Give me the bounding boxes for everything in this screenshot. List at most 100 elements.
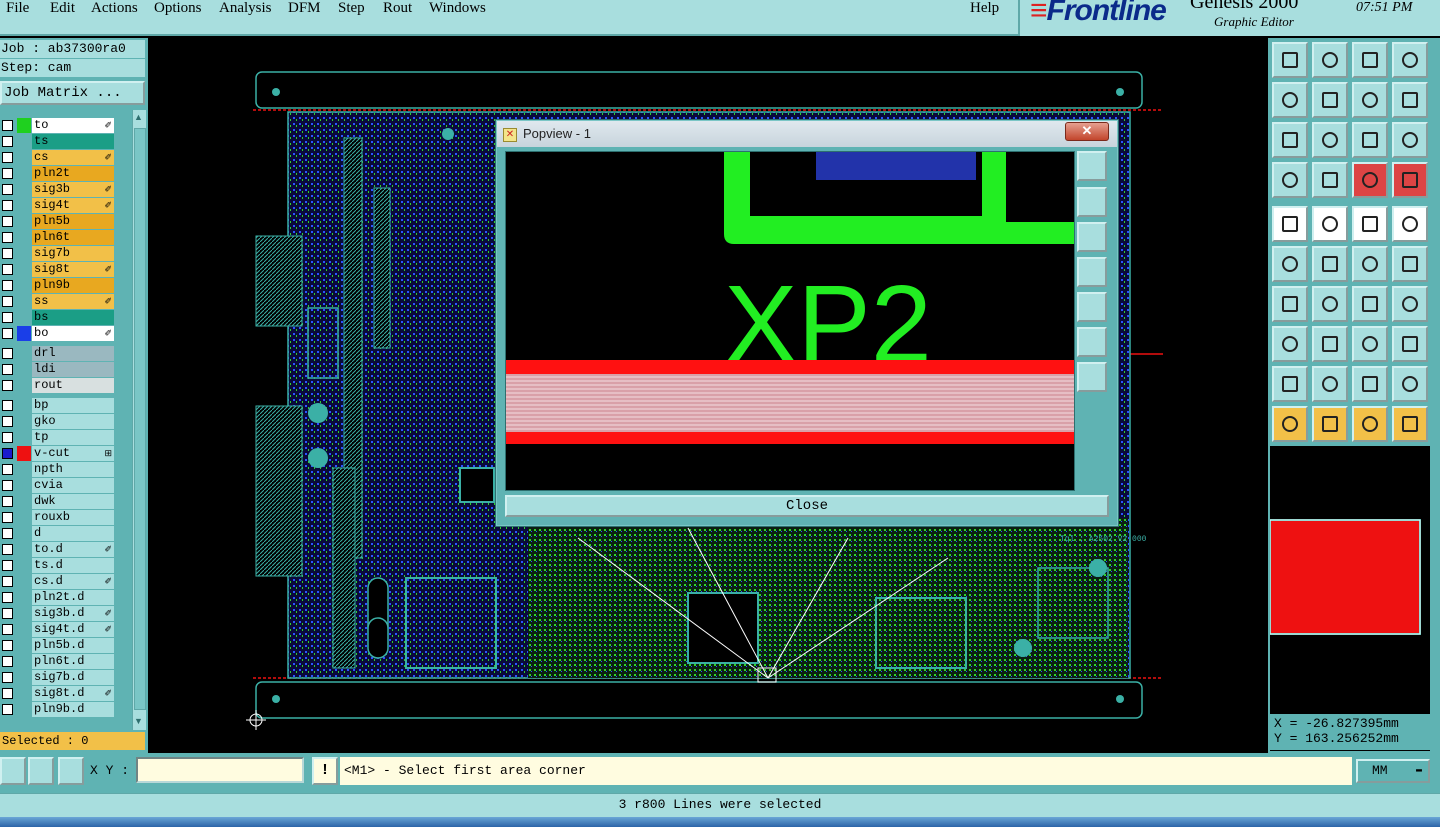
move-icon[interactable] bbox=[1352, 246, 1388, 282]
layer-checkbox[interactable] bbox=[2, 480, 13, 491]
layer-row-sig7b[interactable]: sig7b bbox=[0, 246, 116, 261]
layer-name[interactable]: pln9b bbox=[32, 278, 114, 293]
layer-name[interactable]: rouxb bbox=[32, 510, 114, 525]
layer-name[interactable]: sig4t.d bbox=[32, 622, 114, 637]
layer-name[interactable]: to bbox=[32, 118, 114, 133]
layer-checkbox[interactable] bbox=[2, 136, 13, 147]
layer-row-pln6t[interactable]: pln6t bbox=[0, 230, 116, 245]
pan-right-icon[interactable] bbox=[1077, 292, 1107, 322]
layer-checkbox[interactable] bbox=[2, 200, 13, 211]
feature-select-icon[interactable] bbox=[1272, 206, 1308, 242]
layer-name[interactable]: pln5b bbox=[32, 214, 114, 229]
layer-name[interactable]: d bbox=[32, 526, 114, 541]
layer-name[interactable]: pln2t.d bbox=[32, 590, 114, 605]
layer-color-swatch[interactable] bbox=[17, 446, 31, 461]
pan-right-icon[interactable] bbox=[1312, 82, 1348, 118]
popview-viewport[interactable]: XP2 bbox=[505, 151, 1075, 491]
layer-row-cs[interactable]: cs ✐ bbox=[0, 150, 116, 165]
layer-row-sig3b-d[interactable]: sig3b.d ✐ bbox=[0, 606, 116, 621]
zoom-out-icon[interactable] bbox=[1077, 362, 1107, 392]
layer-color-swatch[interactable] bbox=[17, 326, 31, 341]
layer-row-sig4t[interactable]: sig4t ✐ bbox=[0, 198, 116, 213]
layer-row-pln9b[interactable]: pln9b bbox=[0, 278, 116, 293]
layer-name[interactable]: bs bbox=[32, 310, 114, 325]
layer-row-v-cut[interactable]: v-cut ⊞ bbox=[0, 446, 116, 461]
line-icon[interactable] bbox=[1272, 286, 1308, 322]
layer-name[interactable]: bp bbox=[32, 398, 114, 413]
close-icon[interactable]: ✕ bbox=[1065, 122, 1109, 141]
layer-name[interactable]: drl bbox=[32, 346, 114, 361]
layer-checkbox[interactable] bbox=[2, 416, 13, 427]
layer-row-ldi[interactable]: ldi bbox=[0, 362, 116, 377]
layer-row-pln2t-d[interactable]: pln2t.d bbox=[0, 590, 116, 605]
pad-add-icon[interactable] bbox=[1272, 326, 1308, 362]
layer-name[interactable]: cs.d bbox=[32, 574, 114, 589]
layer-name[interactable]: pln6t bbox=[32, 230, 114, 245]
home-icon[interactable] bbox=[1352, 42, 1388, 78]
layer-name[interactable]: gko bbox=[32, 414, 114, 429]
layer-checkbox[interactable] bbox=[2, 656, 13, 667]
layer-checkbox[interactable] bbox=[2, 152, 13, 163]
zoom-out-icon[interactable] bbox=[1312, 122, 1348, 158]
xy-input[interactable] bbox=[136, 757, 304, 783]
menu-file[interactable]: File bbox=[6, 0, 29, 16]
zoom-fit-icon[interactable] bbox=[1272, 42, 1308, 78]
layer-name[interactable]: sig8t bbox=[32, 262, 114, 277]
layer-checkbox[interactable] bbox=[2, 216, 13, 227]
layer-checkbox[interactable] bbox=[2, 380, 13, 391]
grid-icon[interactable] bbox=[58, 757, 84, 785]
mirror-icon[interactable] bbox=[1392, 286, 1428, 322]
arc-icon[interactable] bbox=[1352, 286, 1388, 322]
layer-row-pln5b-d[interactable]: pln5b.d bbox=[0, 638, 116, 653]
layer-row-cvia[interactable]: cvia bbox=[0, 478, 116, 493]
zoom-in-icon[interactable] bbox=[1272, 122, 1308, 158]
layer-color-swatch[interactable] bbox=[17, 118, 31, 133]
layer-checkbox[interactable] bbox=[2, 168, 13, 179]
layer-checkbox[interactable] bbox=[2, 640, 13, 651]
angle-icon[interactable] bbox=[1272, 366, 1308, 402]
layer-row-sig8t[interactable]: sig8t ✐ bbox=[0, 262, 116, 277]
layer-row-sig3b[interactable]: sig3b ✐ bbox=[0, 182, 116, 197]
layer-checkbox[interactable] bbox=[2, 364, 13, 375]
layer-name[interactable]: ts bbox=[32, 134, 114, 149]
menu-step[interactable]: Step bbox=[338, 0, 365, 16]
layer-name[interactable]: npth bbox=[32, 462, 114, 477]
pad-icon[interactable] bbox=[1392, 206, 1428, 242]
layer-checkbox[interactable] bbox=[2, 464, 13, 475]
window-icon[interactable] bbox=[1392, 42, 1428, 78]
pointer-area-icon[interactable] bbox=[1312, 406, 1348, 442]
layer-row-rouxb[interactable]: rouxb bbox=[0, 510, 116, 525]
layer-name[interactable]: ldi bbox=[32, 362, 114, 377]
layer-name[interactable]: pln5b.d bbox=[32, 638, 114, 653]
layer-row-gko[interactable]: gko bbox=[0, 414, 116, 429]
ruler-icon[interactable] bbox=[1352, 206, 1388, 242]
layer-row-ts[interactable]: ts bbox=[0, 134, 116, 149]
layer-name[interactable]: cs bbox=[32, 150, 114, 165]
layer-row-pln9b-d[interactable]: pln9b.d bbox=[0, 702, 116, 717]
layer-name[interactable]: pln6t.d bbox=[32, 654, 114, 669]
layer-checkbox[interactable] bbox=[2, 496, 13, 507]
layer-checkbox[interactable] bbox=[2, 280, 13, 291]
zoom-home-icon[interactable] bbox=[1077, 151, 1107, 181]
layer-checkbox[interactable] bbox=[2, 184, 13, 195]
copy-icon[interactable] bbox=[1392, 246, 1428, 282]
layer-name[interactable]: sig7b.d bbox=[32, 670, 114, 685]
layer-checkbox[interactable] bbox=[2, 608, 13, 619]
layer-name[interactable]: ss bbox=[32, 294, 114, 309]
menu-dfm[interactable]: DFM bbox=[288, 0, 321, 16]
layer-scrollbar[interactable]: ▲ ▼ bbox=[132, 110, 146, 730]
layer-name[interactable]: sig8t.d bbox=[32, 686, 114, 701]
popview-titlebar[interactable]: ✕ Popview - 1 ✕ bbox=[497, 121, 1117, 147]
layer-row-sig4t-d[interactable]: sig4t.d ✐ bbox=[0, 622, 116, 637]
layer-name[interactable]: dwk bbox=[32, 494, 114, 509]
layer-row-to-d[interactable]: to.d ✐ bbox=[0, 542, 116, 557]
layer-row-npth[interactable]: npth bbox=[0, 462, 116, 477]
layer-name[interactable]: to.d bbox=[32, 542, 114, 557]
scroll-up-icon[interactable]: ▲ bbox=[134, 112, 143, 122]
layer-name[interactable]: sig7b bbox=[32, 246, 114, 261]
layer-name[interactable]: pln9b.d bbox=[32, 702, 114, 717]
layer-name[interactable]: ts.d bbox=[32, 558, 114, 573]
help-icon[interactable] bbox=[1392, 122, 1428, 158]
delete-icon[interactable] bbox=[1312, 246, 1348, 282]
resize-icon[interactable] bbox=[1352, 326, 1388, 362]
